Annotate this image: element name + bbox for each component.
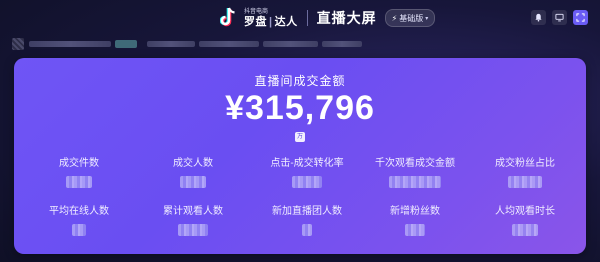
metric-label: 新增粉丝数 xyxy=(390,206,440,217)
brand-separator: | xyxy=(269,15,273,28)
brand-text: 抖音电商 罗盘 | 达人 xyxy=(244,9,298,28)
metric-item: 成交人数 xyxy=(136,158,250,188)
metric-value-blurred xyxy=(389,176,441,188)
gmv-title: 直播间成交金额 xyxy=(254,74,346,88)
brand-title-right: 达人 xyxy=(274,15,298,28)
blurred-account-info-3 xyxy=(263,41,318,47)
page-title: 直播大屏 xyxy=(316,10,377,26)
metric-label: 平均在线人数 xyxy=(49,206,109,217)
metric-item: 千次观看成交金额 xyxy=(358,158,472,188)
metric-label: 人均观看时长 xyxy=(495,206,555,217)
metric-value-blurred xyxy=(512,224,538,236)
metric-label: 成交人数 xyxy=(173,158,213,169)
metric-item: 新增粉丝数 xyxy=(358,206,472,236)
version-label: 基础版 xyxy=(399,13,424,23)
chevron-down-icon: ▾ xyxy=(425,15,429,22)
notification-bell-icon[interactable] xyxy=(531,10,546,25)
metric-label: 新加直播团人数 xyxy=(272,206,342,217)
brand-title: 罗盘 | 达人 xyxy=(244,15,298,28)
metric-item: 点击-成交转化率 xyxy=(250,158,364,188)
blurred-account-name xyxy=(29,41,111,47)
metric-value-blurred xyxy=(72,224,86,236)
metric-item: 累计观看人数 xyxy=(136,206,250,236)
top-bar: 抖音电商 罗盘 | 达人 直播大屏 ⚡ 基础版 ▾ xyxy=(0,0,600,36)
blurred-account-info-4 xyxy=(322,41,362,47)
blurred-account-info-2 xyxy=(199,41,259,47)
gmv-value: ¥315,796 xyxy=(225,89,375,127)
metric-item: 平均在线人数 xyxy=(22,206,136,236)
metric-value-blurred xyxy=(302,224,312,236)
account-info-row xyxy=(12,38,366,50)
metric-item: 成交粉丝占比 xyxy=(468,158,582,188)
avatar[interactable] xyxy=(12,38,24,50)
metric-value-blurred xyxy=(178,224,208,236)
brand-title-left: 罗盘 xyxy=(244,15,267,28)
metric-label: 千次观看成交金额 xyxy=(375,158,455,169)
metric-value-blurred xyxy=(508,176,542,188)
metric-label: 累计观看人数 xyxy=(163,206,223,217)
version-selector[interactable]: ⚡ 基础版 ▾ xyxy=(384,9,436,27)
bolt-icon: ⚡ xyxy=(391,13,398,23)
metric-item: 人均观看时长 xyxy=(468,206,582,236)
blurred-account-info xyxy=(147,41,195,47)
metric-value-blurred xyxy=(292,176,322,188)
metric-value-blurred xyxy=(180,176,206,188)
live-metrics-card: 直播间成交金额 ¥315,796 万 成交件数 成交人数 点击-成交转化率 千次… xyxy=(14,58,586,254)
metric-item: 成交件数 xyxy=(22,158,136,188)
metric-value-blurred xyxy=(405,224,425,236)
header-divider xyxy=(306,10,308,26)
fullscreen-icon[interactable] xyxy=(573,10,588,25)
metric-item: 新加直播团人数 xyxy=(250,206,364,236)
metric-label: 成交件数 xyxy=(59,158,99,169)
douyin-logo-icon xyxy=(219,7,238,29)
brand-header: 抖音电商 罗盘 | 达人 直播大屏 ⚡ 基础版 ▾ xyxy=(219,6,436,30)
metric-value-blurred xyxy=(66,176,92,188)
metric-label: 成交粉丝占比 xyxy=(495,158,555,169)
brand-subtitle: 抖音电商 xyxy=(244,8,269,15)
unit-badge[interactable]: 万 xyxy=(295,132,305,142)
metric-label: 点击-成交转化率 xyxy=(270,158,344,169)
monitor-icon[interactable] xyxy=(552,10,567,25)
top-actions xyxy=(531,10,588,25)
blurred-account-tag xyxy=(115,40,137,48)
